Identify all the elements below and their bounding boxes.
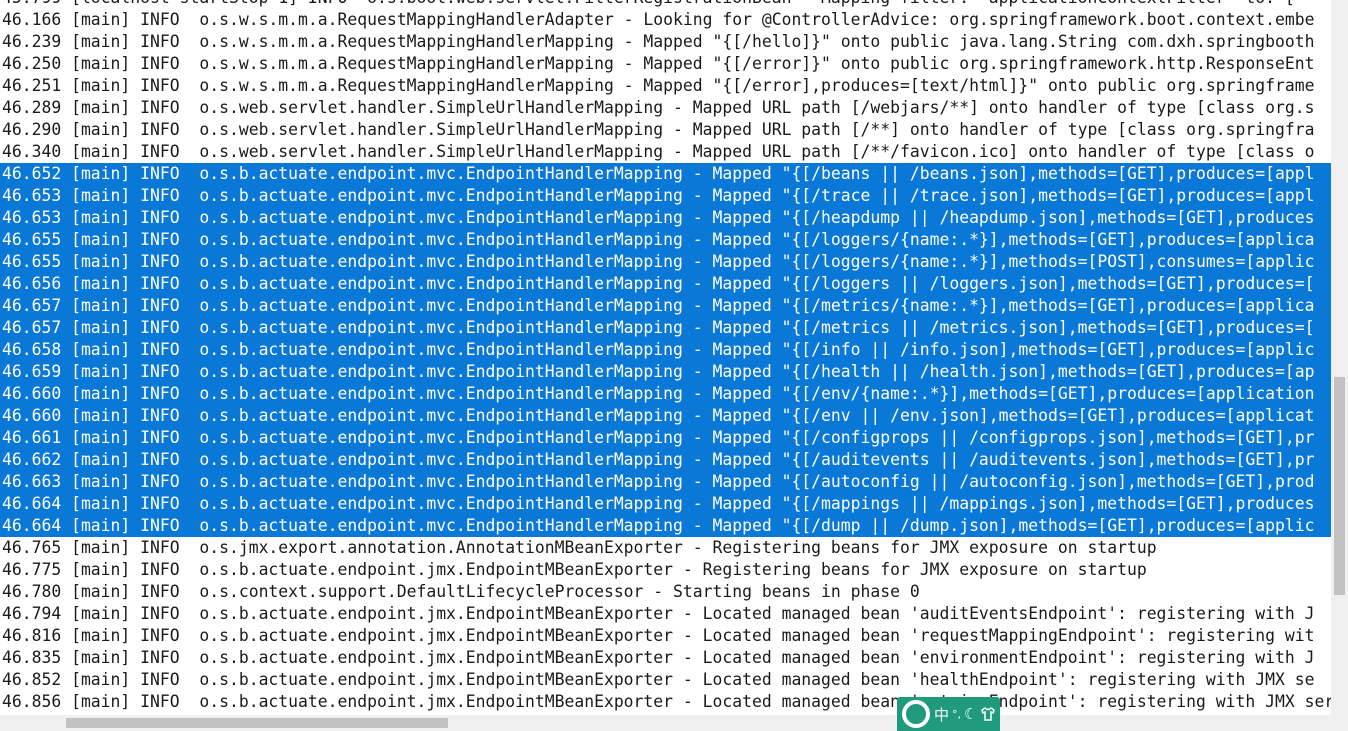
log-line[interactable]: 46.852 [main] INFO o.s.b.actuate.endpoin…	[0, 669, 1331, 691]
horizontal-scrollbar-thumb[interactable]	[66, 718, 448, 728]
ime-punctuation-toggle[interactable]: °,	[952, 708, 961, 721]
log-line[interactable]: 46.780 [main] INFO o.s.context.support.D…	[0, 581, 1331, 603]
log-line[interactable]: 46.166 [main] INFO o.s.w.s.m.m.a.Request…	[0, 9, 1331, 31]
log-line[interactable]: 46.653 [main] INFO o.s.b.actuate.endpoin…	[0, 207, 1331, 229]
log-line[interactable]: 46.661 [main] INFO o.s.b.actuate.endpoin…	[0, 427, 1331, 449]
horizontal-scrollbar[interactable]	[0, 715, 1331, 731]
log-line[interactable]: 46.775 [main] INFO o.s.b.actuate.endpoin…	[0, 559, 1331, 581]
log-line[interactable]: 46.664 [main] INFO o.s.b.actuate.endpoin…	[0, 493, 1331, 515]
log-line[interactable]: 46.340 [main] INFO o.s.web.servlet.handl…	[0, 141, 1331, 163]
console-output[interactable]: 45.799 [localhost-startStop-1] INFO o.s.…	[0, 0, 1331, 715]
vertical-scrollbar-thumb[interactable]	[1334, 377, 1345, 595]
log-line[interactable]: 46.663 [main] INFO o.s.b.actuate.endpoin…	[0, 471, 1331, 493]
log-line[interactable]: 46.856 [main] INFO o.s.b.actuate.endpoin…	[0, 691, 1331, 713]
ime-toolbar[interactable]: 中 °, ☾	[897, 697, 1000, 731]
log-line[interactable]: 46.652 [main] INFO o.s.b.actuate.endpoin…	[0, 163, 1331, 185]
moon-icon[interactable]: ☾	[964, 705, 977, 723]
log-line[interactable]: 46.656 [main] INFO o.s.b.actuate.endpoin…	[0, 273, 1331, 295]
log-line[interactable]: 46.289 [main] INFO o.s.web.servlet.handl…	[0, 97, 1331, 119]
log-line[interactable]: 46.664 [main] INFO o.s.b.actuate.endpoin…	[0, 515, 1331, 537]
log-line[interactable]: 46.655 [main] INFO o.s.b.actuate.endpoin…	[0, 229, 1331, 251]
log-line[interactable]: 46.765 [main] INFO o.s.jmx.export.annota…	[0, 537, 1331, 559]
log-line[interactable]: 46.658 [main] INFO o.s.b.actuate.endpoin…	[0, 339, 1331, 361]
log-line[interactable]: 46.653 [main] INFO o.s.b.actuate.endpoin…	[0, 185, 1331, 207]
log-line[interactable]: 46.657 [main] INFO o.s.b.actuate.endpoin…	[0, 295, 1331, 317]
log-line[interactable]: 46.251 [main] INFO o.s.w.s.m.m.a.Request…	[0, 75, 1331, 97]
log-line[interactable]: 46.290 [main] INFO o.s.web.servlet.handl…	[0, 119, 1331, 141]
log-line[interactable]: 46.239 [main] INFO o.s.w.s.m.m.a.Request…	[0, 31, 1331, 53]
log-line[interactable]: 46.662 [main] INFO o.s.b.actuate.endpoin…	[0, 449, 1331, 471]
log-line[interactable]: 46.660 [main] INFO o.s.b.actuate.endpoin…	[0, 405, 1331, 427]
log-line[interactable]: 46.660 [main] INFO o.s.b.actuate.endpoin…	[0, 383, 1331, 405]
ime-mode-toggle[interactable]: 中	[934, 704, 949, 725]
log-line[interactable]: 46.816 [main] INFO o.s.b.actuate.endpoin…	[0, 625, 1331, 647]
scrollbar-corner	[1331, 715, 1348, 731]
log-line[interactable]: 46.250 [main] INFO o.s.w.s.m.m.a.Request…	[0, 53, 1331, 75]
vertical-scrollbar[interactable]	[1331, 0, 1348, 715]
log-line[interactable]: 46.657 [main] INFO o.s.b.actuate.endpoin…	[0, 317, 1331, 339]
shirt-icon[interactable]	[980, 706, 996, 722]
log-line[interactable]: 46.655 [main] INFO o.s.b.actuate.endpoin…	[0, 251, 1331, 273]
ime-logo-icon[interactable]	[901, 699, 931, 729]
log-line[interactable]: 45.799 [localhost-startStop-1] INFO o.s.…	[0, 0, 1331, 9]
log-line[interactable]: 46.794 [main] INFO o.s.b.actuate.endpoin…	[0, 603, 1331, 625]
log-line[interactable]: 46.835 [main] INFO o.s.b.actuate.endpoin…	[0, 647, 1331, 669]
log-line[interactable]: 46.659 [main] INFO o.s.b.actuate.endpoin…	[0, 361, 1331, 383]
